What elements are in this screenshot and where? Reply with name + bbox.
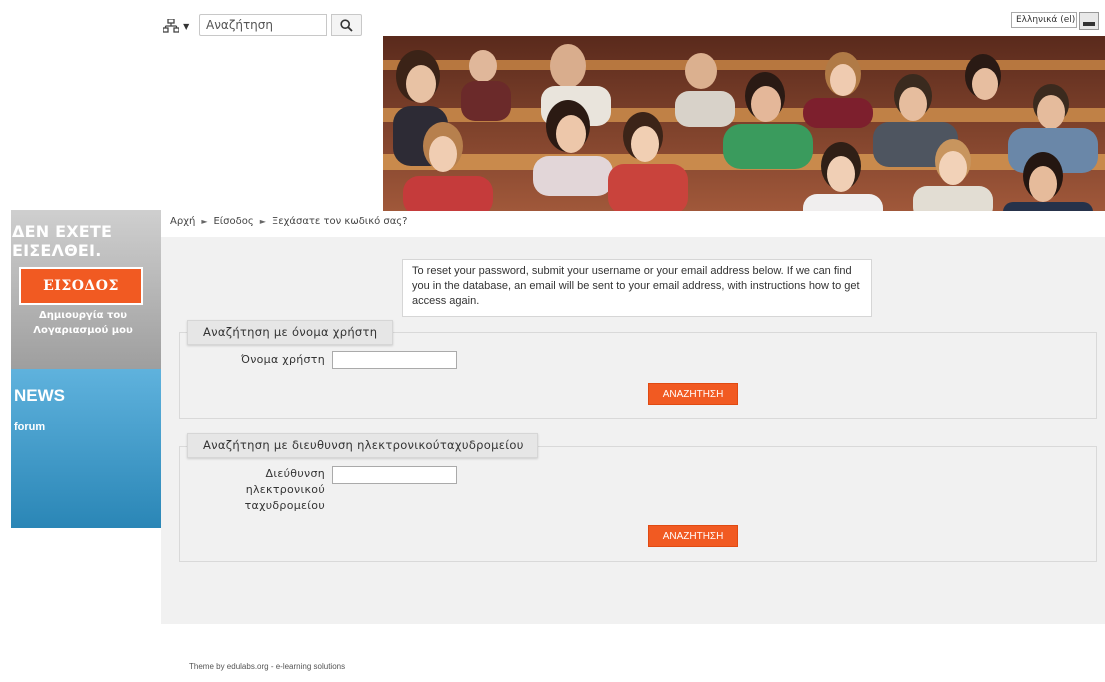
chevron-down-icon <box>1083 22 1095 26</box>
news-title: NEWS <box>14 386 65 405</box>
news-forum-link[interactable]: forum <box>14 421 45 433</box>
search-username-button[interactable]: ΑΝΑΖΗΤΗΣΗ <box>648 383 738 405</box>
language-select[interactable]: Ελληνικά (el) <box>1011 12 1077 28</box>
search-input[interactable] <box>199 14 327 36</box>
breadcrumb-home[interactable]: Αρχή <box>170 216 195 227</box>
sitemap-icon <box>162 17 180 33</box>
breadcrumb-separator: ► <box>259 217 266 226</box>
breadcrumb-current: Ξεχάσατε τον κωδικό σας? <box>271 216 408 227</box>
reset-instructions: To reset your password, submit your user… <box>402 259 872 317</box>
username-input[interactable] <box>332 351 457 369</box>
search-icon <box>340 18 353 32</box>
footer-credit: Theme by edulabs.org - e-learning soluti… <box>189 662 346 671</box>
username-search-fieldset <box>179 332 1097 419</box>
breadcrumb: Αρχή ► Είσοδος ► Ξεχάσατε τον κωδικό σας? <box>170 216 408 227</box>
email-search-legend: Αναζήτηση με διευθυνση ηλεκτρονικούταχυδ… <box>187 433 538 458</box>
breadcrumb-login[interactable]: Είσοδος <box>213 216 253 227</box>
sitemap-menu-button[interactable]: ▼ <box>162 16 193 36</box>
username-label: Όνομα χρήστη <box>240 353 325 366</box>
language-select-arrow[interactable] <box>1079 12 1099 30</box>
login-button[interactable]: ΕΙΣΟΔΟΣ <box>19 267 143 305</box>
banner-image <box>383 36 1105 211</box>
email-label: Διεύθυνση ηλεκτρονικού ταχυδρομείου <box>244 467 325 512</box>
create-account-link[interactable]: Δημιουργία του Λογαριασμού μου <box>16 308 150 338</box>
email-input[interactable] <box>332 466 457 484</box>
search-button[interactable] <box>331 14 362 36</box>
login-status-title: ΔΕΝ ΕΧΕΤΕ ΕΙΣΕΛΘΕΙ. <box>12 222 113 260</box>
username-search-legend: Αναζήτηση με όνομα χρήστη <box>187 320 393 345</box>
search-email-button[interactable]: ΑΝΑΖΗΤΗΣΗ <box>648 525 738 547</box>
breadcrumb-separator: ► <box>201 217 208 226</box>
chevron-down-icon: ▼ <box>183 22 190 31</box>
